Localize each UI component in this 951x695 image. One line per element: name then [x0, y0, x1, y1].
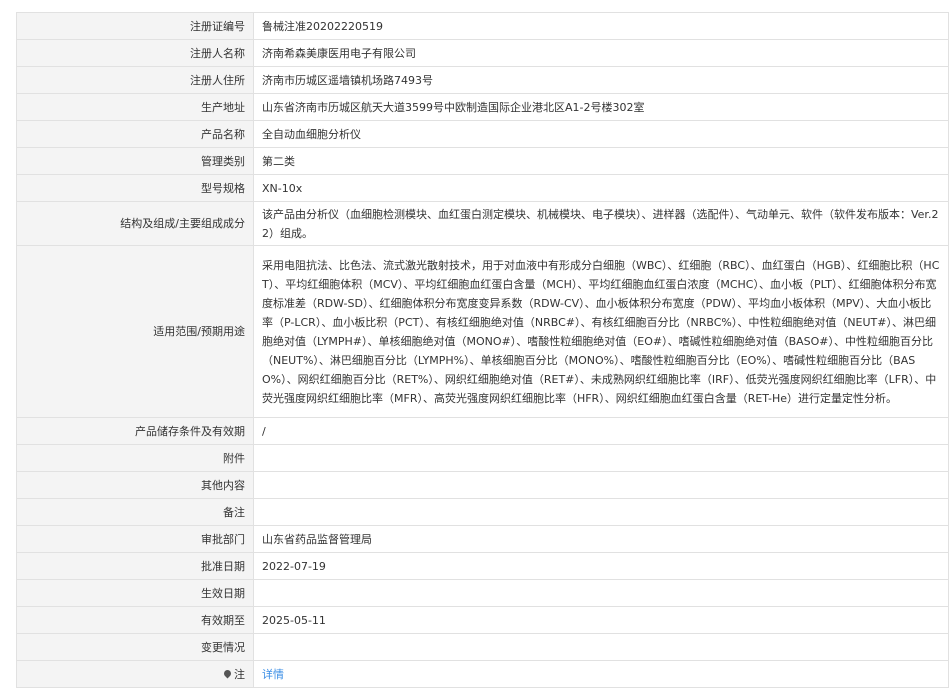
- value-registrant-name: 济南希森美康医用电子有限公司: [253, 39, 949, 67]
- value-other-content: [253, 471, 949, 499]
- label-note: 注: [16, 660, 254, 688]
- row-attachments: 附件: [16, 444, 949, 472]
- row-production-address: 生产地址 山东省济南市历城区航天大道3599号中欧制造国际企业港北区A1-2号楼…: [16, 93, 949, 121]
- label-production-address: 生产地址: [16, 93, 254, 121]
- row-product-name: 产品名称 全自动血细胞分析仪: [16, 120, 949, 148]
- label-management-category: 管理类别: [16, 147, 254, 175]
- row-approval-department: 审批部门 山东省药品监督管理局: [16, 525, 949, 553]
- row-change-status: 变更情况: [16, 633, 949, 661]
- value-production-address: 山东省济南市历城区航天大道3599号中欧制造国际企业港北区A1-2号楼302室: [253, 93, 949, 121]
- row-model-spec: 型号规格 XN-10x: [16, 174, 949, 202]
- label-intended-use: 适用范围/预期用途: [16, 245, 254, 418]
- value-expiry-date: 2025-05-11: [253, 606, 949, 634]
- label-registrant-name: 注册人名称: [16, 39, 254, 67]
- row-registrant-name: 注册人名称 济南希森美康医用电子有限公司: [16, 39, 949, 67]
- label-registration-number: 注册证编号: [16, 12, 254, 40]
- value-model-spec: XN-10x: [253, 174, 949, 202]
- label-registrant-address: 注册人住所: [16, 66, 254, 94]
- label-effective-date: 生效日期: [16, 579, 254, 607]
- label-storage-conditions: 产品储存条件及有效期: [16, 417, 254, 445]
- value-note: 详情: [253, 660, 949, 688]
- label-expiry-date: 有效期至: [16, 606, 254, 634]
- row-expiry-date: 有效期至 2025-05-11: [16, 606, 949, 634]
- row-intended-use: 适用范围/预期用途 采用电阻抗法、比色法、流式激光散射技术，用于对血液中有形成分…: [16, 245, 949, 418]
- row-registration-number: 注册证编号 鲁械注准20202220519: [16, 12, 949, 40]
- row-effective-date: 生效日期: [16, 579, 949, 607]
- label-other-content: 其他内容: [16, 471, 254, 499]
- note-label: 注: [234, 667, 245, 681]
- value-management-category: 第二类: [253, 147, 949, 175]
- value-registrant-address: 济南市历城区遥墙镇机场路7493号: [253, 66, 949, 94]
- row-approval-date: 批准日期 2022-07-19: [16, 552, 949, 580]
- label-approval-date: 批准日期: [16, 552, 254, 580]
- value-approval-department: 山东省药品监督管理局: [253, 525, 949, 553]
- label-approval-department: 审批部门: [16, 525, 254, 553]
- value-intended-use: 采用电阻抗法、比色法、流式激光散射技术，用于对血液中有形成分白细胞（WBC）、红…: [253, 245, 949, 418]
- registration-detail-table: 注册证编号 鲁械注准20202220519 注册人名称 济南希森美康医用电子有限…: [16, 12, 949, 688]
- value-product-name: 全自动血细胞分析仪: [253, 120, 949, 148]
- row-storage-conditions: 产品储存条件及有效期 /: [16, 417, 949, 445]
- label-change-status: 变更情况: [16, 633, 254, 661]
- pin-icon: [222, 668, 233, 678]
- row-other-content: 其他内容: [16, 471, 949, 499]
- value-remarks: [253, 498, 949, 526]
- value-approval-date: 2022-07-19: [253, 552, 949, 580]
- label-product-name: 产品名称: [16, 120, 254, 148]
- label-attachments: 附件: [16, 444, 254, 472]
- value-structure-composition: 该产品由分析仪（血细胞检测模块、血红蛋白测定模块、机械模块、电子模块）、进样器（…: [253, 201, 949, 246]
- row-structure-composition: 结构及组成/主要组成成分 该产品由分析仪（血细胞检测模块、血红蛋白测定模块、机械…: [16, 201, 949, 246]
- value-effective-date: [253, 579, 949, 607]
- label-structure-composition: 结构及组成/主要组成成分: [16, 201, 254, 246]
- row-remarks: 备注: [16, 498, 949, 526]
- value-storage-conditions: /: [253, 417, 949, 445]
- value-attachments: [253, 444, 949, 472]
- value-registration-number: 鲁械注准20202220519: [253, 12, 949, 40]
- row-management-category: 管理类别 第二类: [16, 147, 949, 175]
- label-remarks: 备注: [16, 498, 254, 526]
- value-change-status: [253, 633, 949, 661]
- row-note: 注 详情: [16, 660, 949, 688]
- row-registrant-address: 注册人住所 济南市历城区遥墙镇机场路7493号: [16, 66, 949, 94]
- label-model-spec: 型号规格: [16, 174, 254, 202]
- details-link[interactable]: 详情: [262, 668, 284, 681]
